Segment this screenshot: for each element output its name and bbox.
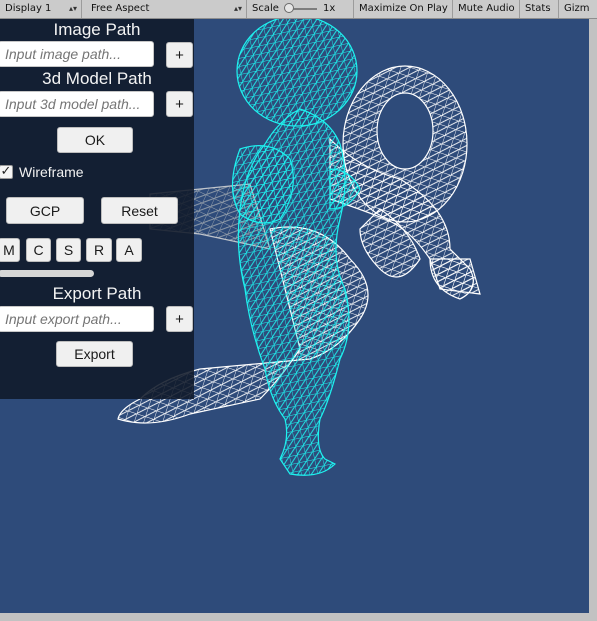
image-path-input[interactable] (0, 41, 154, 67)
model-path-label: 3d Model Path (42, 69, 152, 88)
scale-label: Scale (252, 3, 279, 14)
mode-c-button[interactable]: C (26, 238, 51, 262)
export-path-label: Export Path (52, 284, 142, 303)
stats-toggle[interactable]: Stats (520, 0, 559, 18)
cyan-wireframe-model (231, 19, 361, 476)
ok-button[interactable]: OK (57, 127, 133, 153)
adjust-slider[interactable] (0, 270, 94, 277)
viewport-frame-right (589, 19, 597, 621)
mute-audio-toggle[interactable]: Mute Audio (453, 0, 520, 18)
dropdown-arrow-icon: ▴▾ (68, 4, 77, 13)
gcp-button[interactable]: GCP (6, 197, 84, 224)
mode-a-button[interactable]: A (116, 238, 142, 262)
export-add-button[interactable]: + (166, 306, 193, 332)
wireframe-checkbox[interactable]: ✓ (0, 165, 13, 179)
gizmos-dropdown[interactable]: Gizm (559, 0, 597, 18)
model-path-input[interactable] (0, 91, 154, 117)
wireframe-label: Wireframe (19, 164, 84, 180)
export-button[interactable]: Export (56, 341, 133, 367)
mode-m-button[interactable]: M (0, 238, 20, 262)
viewport-frame-bottom (0, 613, 597, 621)
display-label: Display 1 (5, 3, 52, 14)
maximize-on-play-toggle[interactable]: Maximize On Play (354, 0, 453, 18)
game-view-toolbar: Display 1 ▴▾ Free Aspect ▴▾ Scale 1x Max… (0, 0, 597, 19)
display-dropdown[interactable]: Display 1 ▴▾ (0, 0, 82, 18)
mode-s-button[interactable]: S (56, 238, 81, 262)
aspect-label: Free Aspect (91, 3, 150, 14)
reset-button[interactable]: Reset (101, 197, 178, 224)
scale-slider-thumb[interactable] (284, 3, 294, 13)
control-panel: Image Path + 3d Model Path + OK ✓ Wirefr… (0, 19, 194, 399)
game-viewport[interactable]: Image Path + 3d Model Path + OK ✓ Wirefr… (0, 19, 589, 613)
aspect-dropdown[interactable]: Free Aspect ▴▾ (86, 0, 247, 18)
model-add-button[interactable]: + (166, 91, 193, 117)
dropdown-arrow-icon: ▴▾ (233, 4, 242, 13)
image-path-label: Image Path (53, 20, 141, 39)
scale-value: 1x (318, 0, 354, 18)
export-path-input[interactable] (0, 306, 154, 332)
image-add-button[interactable]: + (166, 42, 193, 68)
mode-r-button[interactable]: R (86, 238, 112, 262)
